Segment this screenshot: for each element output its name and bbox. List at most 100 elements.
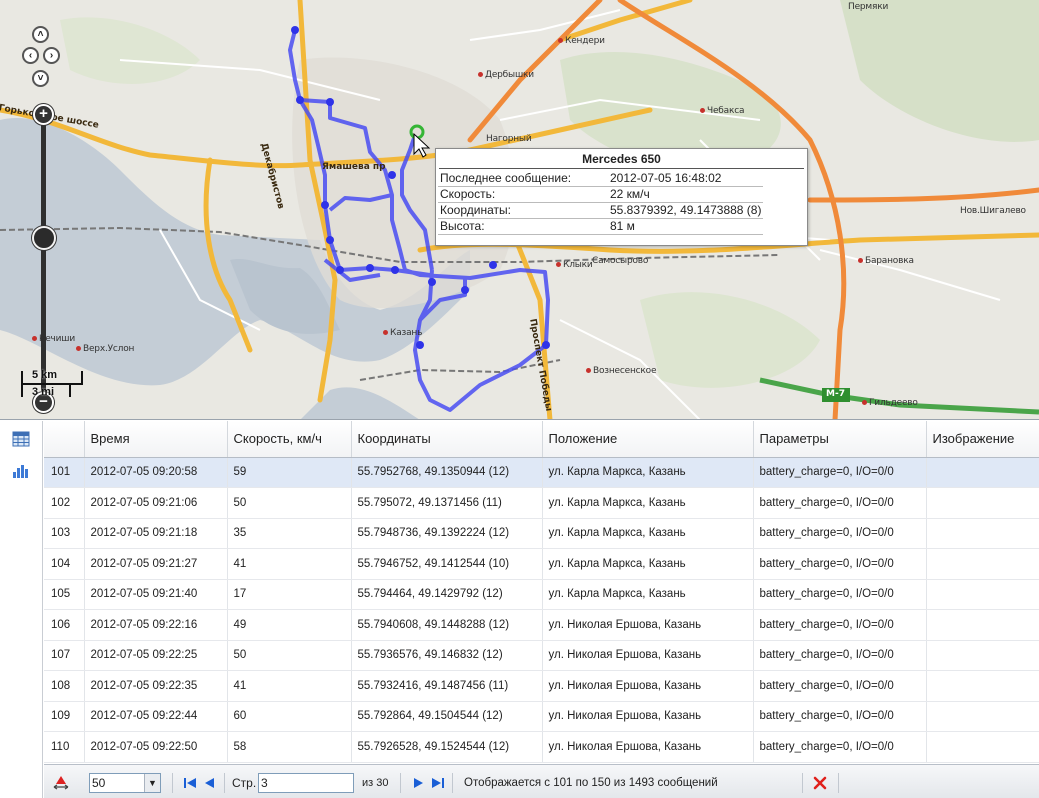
page-size-select[interactable]: 50 ▼ <box>89 773 161 793</box>
scale-line <box>21 383 83 385</box>
column-header-coordinates[interactable]: Координаты <box>351 421 543 458</box>
cell-index: 106 <box>44 609 85 641</box>
total-pages-label: из 30 <box>362 777 389 789</box>
cell-location: ул. Николая Ершова, Казань <box>542 670 754 702</box>
popup-value: 2012-07-05 16:48:02 <box>608 170 764 187</box>
table-row[interactable]: 107 2012-07-05 09:22:25 50 55.7936576, 49.1… <box>44 640 1039 671</box>
cell-index: 101 <box>44 457 85 488</box>
cell-time: 2012-07-05 09:21:18 <box>84 518 228 549</box>
cell-coordinates: 55.794464, 49.1429792 (12) <box>351 579 543 610</box>
zoom-slider-track[interactable] <box>41 115 46 402</box>
forest-area-ne <box>840 0 1039 142</box>
last-page-icon[interactable] <box>430 775 446 791</box>
cell-location: ул. Николая Ершова, Казань <box>542 701 754 732</box>
cell-image <box>926 701 1039 732</box>
cell-coordinates: 55.7940608, 49.1448288 (12) <box>351 609 543 641</box>
popup-key: Координаты: <box>438 202 608 219</box>
cell-speed: 60 <box>227 701 352 732</box>
place-kendery: Кендери <box>558 36 605 46</box>
separator <box>452 773 453 793</box>
popup-row: Последнее сообщение: 2012-07-05 16:48:02 <box>438 170 764 187</box>
cell-location: ул. Карла Маркса, Казань <box>542 548 754 580</box>
bar-chart-icon[interactable] <box>12 463 30 479</box>
cell-image <box>926 487 1039 519</box>
cell-location: ул. Карла Маркса, Казань <box>542 518 754 549</box>
water-south <box>301 387 419 419</box>
cell-index: 105 <box>44 579 85 610</box>
table-row[interactable]: 101 2012-07-05 09:20:58 59 55.7952768, 49.1… <box>44 457 1039 488</box>
cell-time: 2012-07-05 09:22:25 <box>84 640 228 671</box>
cell-time: 2012-07-05 09:21:06 <box>84 487 228 519</box>
page-label: Стр. <box>232 776 257 790</box>
column-header-index[interactable] <box>44 421 85 458</box>
road-label-yamasheva: Ямашева пр <box>322 162 386 172</box>
first-page-icon[interactable] <box>182 775 198 791</box>
cell-coordinates: 55.792864, 49.1504544 (12) <box>351 701 543 732</box>
cell-speed: 58 <box>227 731 352 763</box>
cell-location: ул. Николая Ершова, Казань <box>542 640 754 671</box>
cell-image <box>926 457 1039 488</box>
popup-value: 81 м <box>608 218 764 235</box>
map-view[interactable]: Пермяки Кендери Дербышки Чебакса Нагорны… <box>0 0 1039 420</box>
popup-key: Скорость: <box>438 186 608 203</box>
cell-location: ул. Николая Ершова, Казань <box>542 731 754 763</box>
column-header-location[interactable]: Положение <box>542 421 754 458</box>
scale-tick-mi <box>69 384 71 397</box>
pan-up-button[interactable]: ˄ <box>32 26 49 43</box>
column-header-speed[interactable]: Скорость, км/ч <box>227 421 352 458</box>
popup-row: Координаты: 55.8379392, 49.1473888 (8) <box>438 202 764 219</box>
zoom-in-button[interactable]: + <box>33 104 54 125</box>
table-row[interactable]: 108 2012-07-05 09:22:35 41 55.7932416, 49.1… <box>44 670 1039 702</box>
pagination-toolbar: 50 ▼ Стр. 3 из 30 Отображается с 101 по … <box>44 764 1039 798</box>
place-permyaki: Пермяки <box>848 2 889 12</box>
pan-down-button[interactable]: ˅ <box>32 70 49 87</box>
table-row[interactable]: 104 2012-07-05 09:21:27 41 55.7946752, 49.1… <box>44 548 1039 580</box>
cell-speed: 41 <box>227 670 352 702</box>
cell-speed: 50 <box>227 640 352 671</box>
separator <box>802 773 803 793</box>
place-voznesenskoe: Вознесенское <box>586 366 656 376</box>
cell-image <box>926 731 1039 763</box>
table-row[interactable]: 109 2012-07-05 09:22:44 60 55.792864, 49.15… <box>44 701 1039 732</box>
cell-parameters: battery_charge=0, I/O=0/0 <box>753 670 927 702</box>
cell-location: ул. Николая Ершова, Казань <box>542 609 754 641</box>
cell-coordinates: 55.795072, 49.1371456 (11) <box>351 487 543 519</box>
place-chebaksa: Чебакса <box>700 106 744 116</box>
separator <box>400 773 401 793</box>
table-row[interactable]: 103 2012-07-05 09:21:18 35 55.7948736, 49.1… <box>44 518 1039 549</box>
column-header-image[interactable]: Изображение <box>926 421 1039 458</box>
forest-area-nw <box>60 17 200 84</box>
grid-side-toolbar <box>0 421 43 798</box>
column-header-parameters[interactable]: Параметры <box>753 421 927 458</box>
messages-grid[interactable]: Время Скорость, км/ч Координаты Положени… <box>44 421 1039 764</box>
previous-page-icon[interactable] <box>202 775 218 791</box>
popup-details: Последнее сообщение: 2012-07-05 16:48:02 … <box>438 170 764 235</box>
map-scale: 5 km 3 mi <box>17 369 85 401</box>
fit-columns-icon[interactable] <box>53 775 69 791</box>
zoom-slider-handle[interactable] <box>32 226 56 250</box>
table-row[interactable]: 106 2012-07-05 09:22:16 49 55.7940608, 49.1… <box>44 609 1039 641</box>
scale-tick-left <box>21 371 23 397</box>
pan-left-button[interactable]: ‹ <box>22 47 39 64</box>
popup-row: Высота: 81 м <box>438 218 764 235</box>
table-row[interactable]: 102 2012-07-05 09:21:06 50 55.795072, 49.13… <box>44 487 1039 519</box>
cell-coordinates: 55.7926528, 49.1524544 (12) <box>351 731 543 763</box>
page-number-input[interactable]: 3 <box>258 773 354 793</box>
pan-right-button[interactable]: › <box>43 47 60 64</box>
clear-close-icon[interactable] <box>812 775 828 791</box>
separator <box>838 773 839 793</box>
cell-index: 108 <box>44 670 85 702</box>
cell-time: 2012-07-05 09:22:50 <box>84 731 228 763</box>
table-row[interactable]: 110 2012-07-05 09:22:50 58 55.7926528, 49.1… <box>44 731 1039 763</box>
table-grid-icon[interactable] <box>12 431 30 447</box>
cell-parameters: battery_charge=0, I/O=0/0 <box>753 609 927 641</box>
chevron-down-icon[interactable]: ▼ <box>144 774 160 792</box>
cell-coordinates: 55.7946752, 49.1412544 (10) <box>351 548 543 580</box>
place-kechishi: Кечиши <box>32 334 75 344</box>
cell-parameters: battery_charge=0, I/O=0/0 <box>753 457 927 488</box>
cell-time: 2012-07-05 09:21:40 <box>84 579 228 610</box>
next-page-icon[interactable] <box>410 775 426 791</box>
place-kazan: Казань <box>383 328 422 338</box>
column-header-time[interactable]: Время <box>84 421 228 458</box>
table-row[interactable]: 105 2012-07-05 09:21:40 17 55.794464, 49.14… <box>44 579 1039 610</box>
